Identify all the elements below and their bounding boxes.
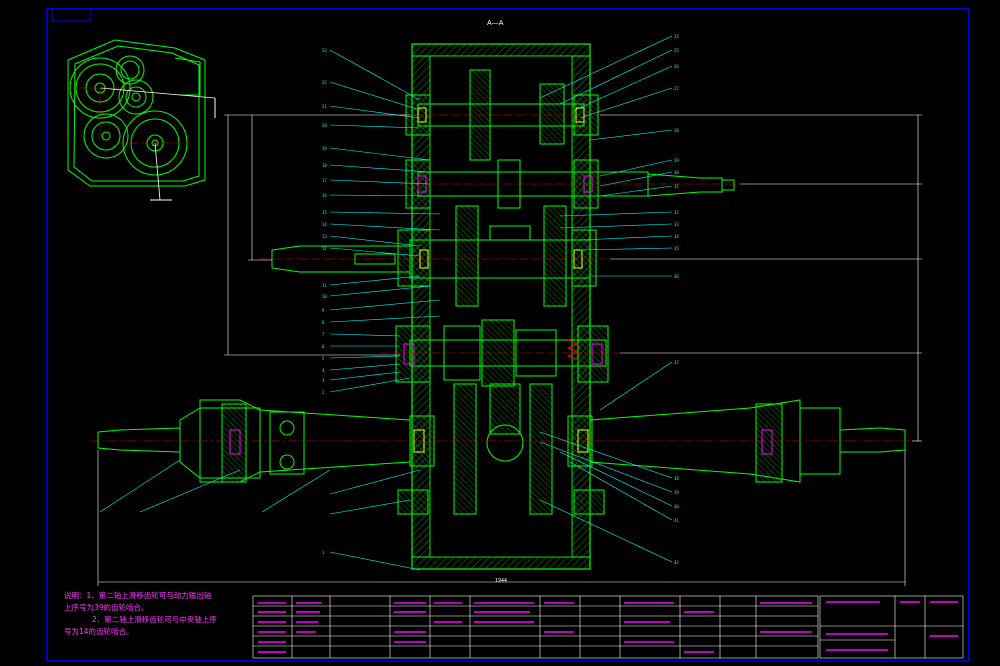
svg-text:5: 5 xyxy=(322,356,325,361)
svg-text:26: 26 xyxy=(674,64,679,69)
note-line-3: 2、第二轴上滑移齿轮可与中央轴上序 xyxy=(92,615,217,624)
svg-text:1: 1 xyxy=(322,550,325,555)
svg-text:6: 6 xyxy=(322,344,325,349)
svg-text:16: 16 xyxy=(322,193,327,198)
title-block xyxy=(819,595,964,659)
svg-text:18: 18 xyxy=(322,163,327,168)
svg-text:41: 41 xyxy=(674,518,679,523)
svg-text:19: 19 xyxy=(322,146,327,151)
svg-text:40: 40 xyxy=(674,504,679,509)
svg-text:33: 33 xyxy=(674,222,679,227)
svg-text:24: 24 xyxy=(674,34,679,39)
svg-text:10: 10 xyxy=(322,294,327,299)
section-title: A—A xyxy=(487,19,504,27)
svg-text:22: 22 xyxy=(322,80,327,85)
svg-text:14: 14 xyxy=(322,222,327,227)
note-line-2: 上序号为39的齿轮啮合。 xyxy=(64,603,149,612)
svg-text:29: 29 xyxy=(674,158,679,163)
svg-text:38: 38 xyxy=(674,476,679,481)
svg-text:28: 28 xyxy=(674,128,679,133)
svg-text:32: 32 xyxy=(674,210,679,215)
svg-text:23: 23 xyxy=(322,48,327,53)
svg-text:7: 7 xyxy=(322,332,325,337)
leader-lines-left xyxy=(99,49,441,571)
svg-text:21: 21 xyxy=(322,104,327,109)
svg-text:34: 34 xyxy=(674,234,679,239)
svg-text:30: 30 xyxy=(674,170,679,175)
svg-text:42: 42 xyxy=(674,560,679,565)
svg-text:17: 17 xyxy=(322,178,327,183)
svg-text:27: 27 xyxy=(674,86,679,91)
svg-text:8: 8 xyxy=(322,320,325,325)
shaft-4-middle xyxy=(380,319,620,387)
svg-text:35: 35 xyxy=(674,246,679,251)
svg-text:2: 2 xyxy=(322,390,325,395)
svg-text:3: 3 xyxy=(322,378,325,383)
svg-text:15: 15 xyxy=(322,210,327,215)
svg-text:39: 39 xyxy=(674,490,679,495)
note-line-4: 号为14的齿轮啮合。 xyxy=(64,627,134,636)
inset-gear-train-view xyxy=(67,39,206,187)
parts-list-entries xyxy=(258,602,812,653)
svg-text:36: 36 xyxy=(674,274,679,279)
svg-text:20: 20 xyxy=(322,123,327,128)
svg-text:31: 31 xyxy=(674,184,679,189)
svg-text:4: 4 xyxy=(322,368,325,373)
svg-text:9: 9 xyxy=(322,308,325,313)
svg-text:11: 11 xyxy=(322,283,327,288)
svg-text:37: 37 xyxy=(674,360,679,365)
technical-notes: 说明：1、第二轴上滑移齿轮可与动力输出轴 上序号为39的齿轮啮合。 2、第二轴上… xyxy=(64,590,254,638)
svg-text:12: 12 xyxy=(322,246,327,251)
note-line-1: 说明：1、第二轴上滑移齿轮可与动力输出轴 xyxy=(64,591,212,600)
gearbox-assembly-drawing: 232221 201918 171615 141312 11109 876 54… xyxy=(46,8,970,662)
svg-text:25: 25 xyxy=(674,48,679,53)
parts-list-table xyxy=(252,595,819,659)
overall-length-dimension: 1944 xyxy=(495,578,508,584)
svg-text:13: 13 xyxy=(322,234,327,239)
